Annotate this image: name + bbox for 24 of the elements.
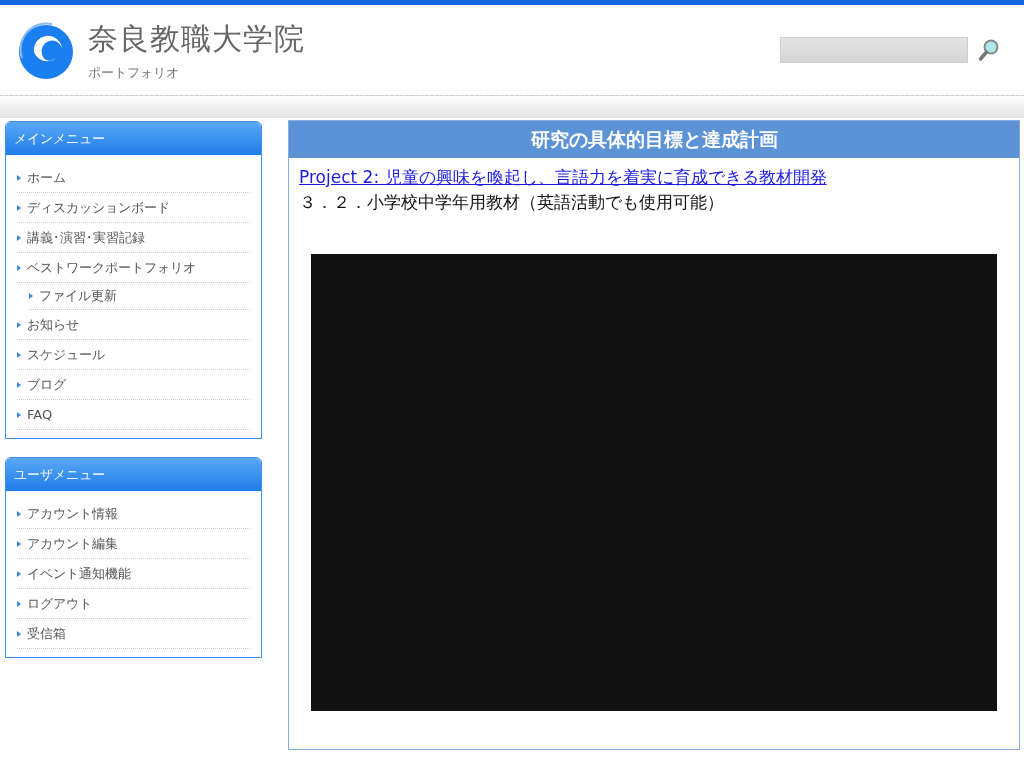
menu-item[interactable]: ブログ xyxy=(17,370,250,400)
submenu-item[interactable]: ファイル更新 xyxy=(29,283,250,310)
section-heading: ３．２．小学校中学年用教材（英語活動でも使用可能） xyxy=(299,191,725,214)
menu-header: メインメニュー xyxy=(6,122,261,155)
menu-item[interactable]: ディスカッションボード xyxy=(17,193,250,223)
menu-item[interactable]: アカウント編集 xyxy=(17,529,250,559)
menu-item[interactable]: ホーム xyxy=(17,163,250,193)
menu-item[interactable]: 講義･演習･実習記録 xyxy=(17,223,250,253)
menu-header: ユーザメニュー xyxy=(6,458,261,491)
video-player[interactable] xyxy=(311,254,997,711)
menu-item[interactable]: ログアウト xyxy=(17,589,250,619)
menu-item[interactable]: 受信箱 xyxy=(17,619,250,649)
menu-item[interactable]: ベストワークポートフォリオ xyxy=(17,253,250,283)
menu-item[interactable]: お知らせ xyxy=(17,310,250,340)
site-title: 奈良教職大学院 xyxy=(88,19,305,58)
site-subtitle: ポートフォリオ xyxy=(88,63,180,82)
search-field[interactable] xyxy=(780,37,968,63)
menu-item[interactable]: FAQ xyxy=(17,400,250,430)
search-icon xyxy=(978,38,1000,62)
project-link[interactable]: Project 2: 児童の興味を喚起し、言語力を着実に育成できる教材開発 xyxy=(299,166,997,189)
menu-item[interactable]: スケジュール xyxy=(17,340,250,370)
menu-item[interactable]: アカウント情報 xyxy=(17,499,250,529)
menu-item[interactable]: イベント通知機能 xyxy=(17,559,250,589)
content-title: 研究の具体的目標と達成計画 xyxy=(289,121,1019,158)
